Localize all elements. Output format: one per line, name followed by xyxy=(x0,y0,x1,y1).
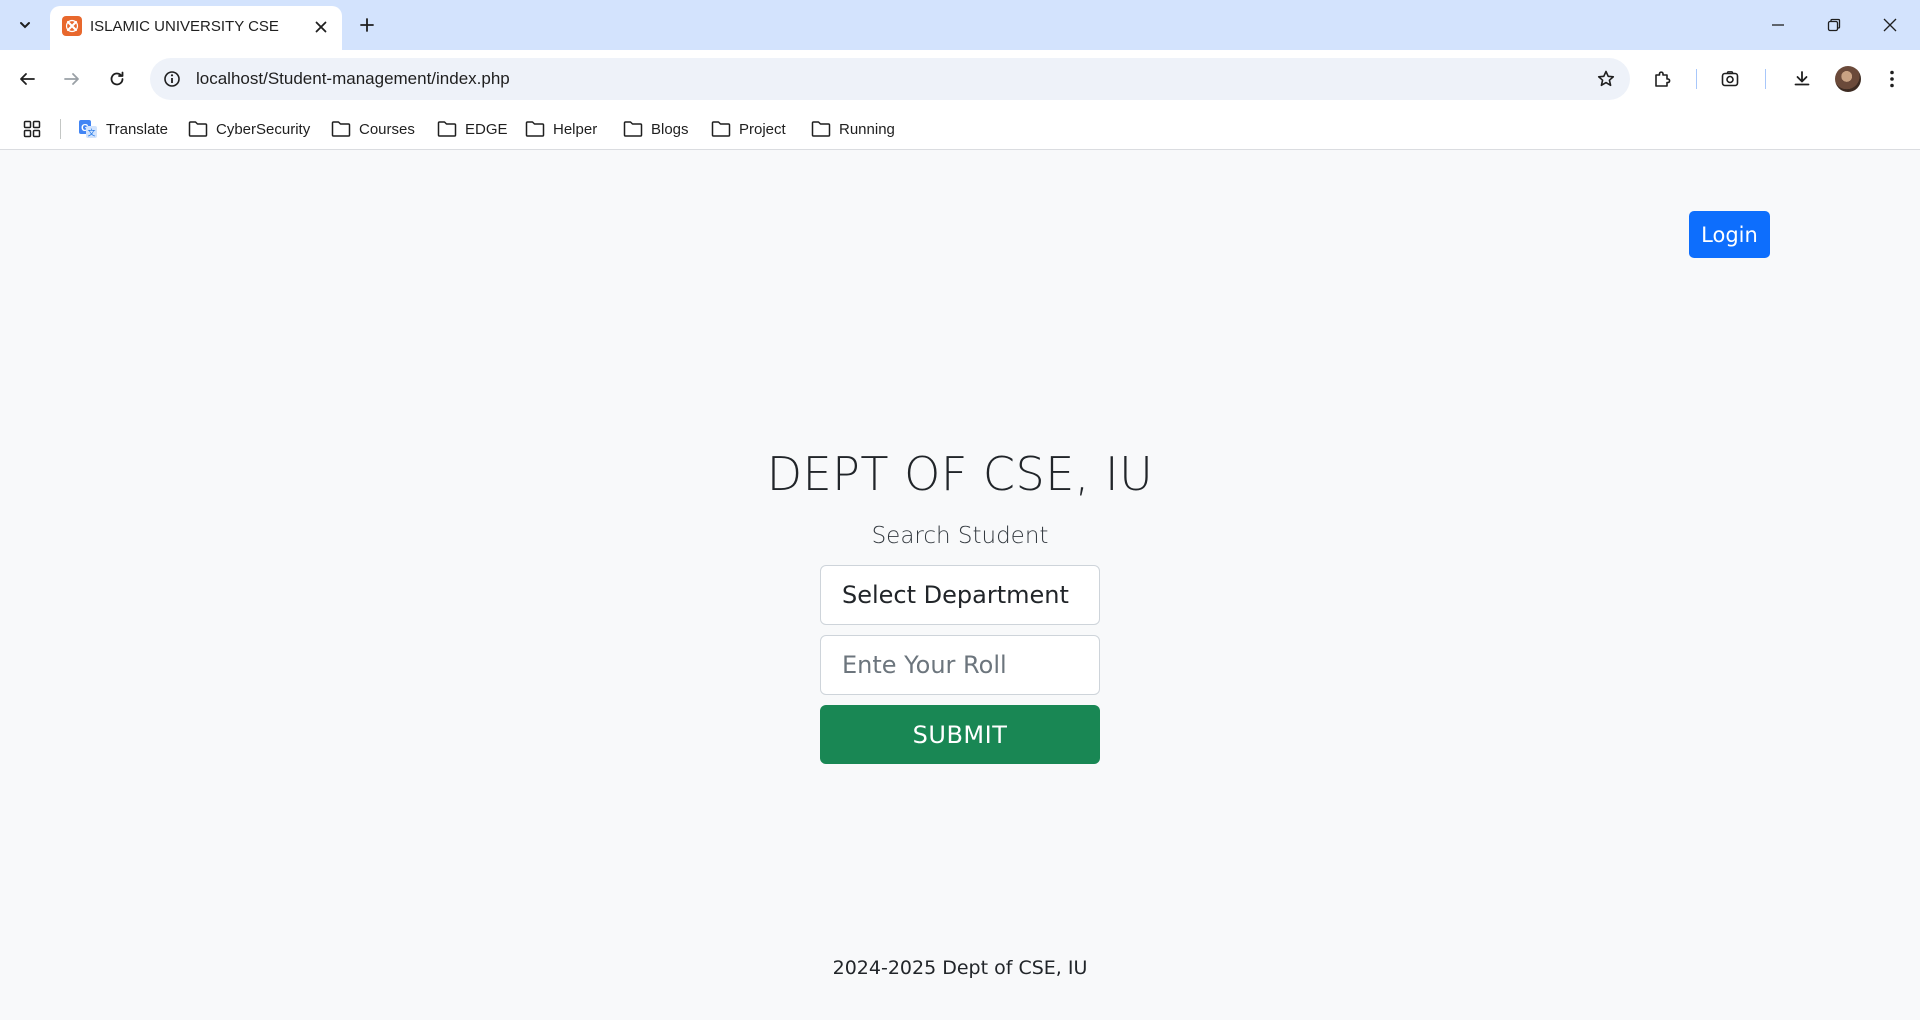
plus-icon xyxy=(360,18,374,32)
login-button[interactable]: Login xyxy=(1689,211,1770,258)
folder-icon xyxy=(437,121,457,137)
kebab-menu-icon xyxy=(1890,70,1894,88)
extensions-button[interactable] xyxy=(1645,62,1679,96)
browser-toolbar: localhost/Student-management/index.php xyxy=(0,50,1920,108)
apps-grid-icon[interactable] xyxy=(20,117,44,141)
minimize-button[interactable] xyxy=(1750,0,1806,50)
close-window-button[interactable] xyxy=(1862,0,1918,50)
bookmark-translate[interactable]: G文 Translate xyxy=(78,115,168,143)
folder-icon xyxy=(331,121,351,137)
bookmarks-bar: G文 Translate CyberSecurity Courses EDGE … xyxy=(0,108,1920,150)
bookmarks-divider xyxy=(60,119,61,139)
bookmark-label: Helper xyxy=(553,120,598,138)
folder-icon xyxy=(811,121,831,137)
url-text[interactable]: localhost/Student-management/index.php xyxy=(196,69,510,89)
bookmark-label: CyberSecurity xyxy=(216,120,311,138)
address-bar[interactable]: localhost/Student-management/index.php xyxy=(150,58,1630,100)
reload-icon xyxy=(110,71,124,86)
page-title: DEPT OF CSE, IU xyxy=(766,447,1154,501)
page-content: Login DEPT OF CSE, IU Search Student Sel… xyxy=(0,151,1920,1020)
profile-avatar[interactable] xyxy=(1835,66,1861,92)
camera-search-icon xyxy=(1721,71,1739,87)
google-lens-button[interactable] xyxy=(1713,62,1747,96)
xampp-favicon-icon xyxy=(62,16,82,36)
tab-strip: ISLAMIC UNIVERSITY CSE xyxy=(0,0,1920,50)
restore-button[interactable] xyxy=(1806,0,1862,50)
bookmark-label: Project xyxy=(739,120,786,138)
bookmark-label: Courses xyxy=(359,120,415,138)
bookmark-folder-running[interactable]: Running xyxy=(811,115,895,143)
close-icon xyxy=(315,21,327,33)
tab-title: ISLAMIC UNIVERSITY CSE xyxy=(90,18,279,35)
tab-close-button[interactable] xyxy=(310,16,332,38)
bookmark-label: Translate xyxy=(106,120,168,138)
toolbar-divider xyxy=(1765,69,1766,89)
chevron-down-icon xyxy=(20,22,30,29)
bookmark-label: Blogs xyxy=(651,120,689,138)
folder-icon xyxy=(188,121,208,137)
bookmark-folder-courses[interactable]: Courses xyxy=(331,115,415,143)
restore-icon xyxy=(1827,18,1841,32)
submit-button[interactable]: SUBMIT xyxy=(820,705,1100,764)
forward-button[interactable] xyxy=(55,62,89,96)
svg-text:文: 文 xyxy=(88,128,96,138)
folder-icon xyxy=(525,121,545,137)
reload-button[interactable] xyxy=(100,62,134,96)
minimize-icon xyxy=(1772,24,1784,26)
new-tab-button[interactable] xyxy=(352,10,382,40)
active-tab[interactable]: ISLAMIC UNIVERSITY CSE xyxy=(50,6,342,50)
folder-icon xyxy=(711,121,731,137)
site-info-icon[interactable] xyxy=(160,67,184,91)
puzzle-icon xyxy=(1655,71,1671,87)
downloads-button[interactable] xyxy=(1785,62,1819,96)
search-student-subtitle: Search Student xyxy=(871,523,1049,549)
department-select-value: Select Department xyxy=(842,581,1069,609)
bookmark-star-icon[interactable] xyxy=(1594,67,1618,91)
department-select[interactable]: Select Department xyxy=(820,565,1100,625)
folder-icon xyxy=(623,121,643,137)
roll-input[interactable] xyxy=(820,635,1100,695)
bookmark-label: Running xyxy=(839,120,895,138)
bookmark-folder-blogs[interactable]: Blogs xyxy=(623,115,689,143)
arrow-right-icon xyxy=(64,73,79,85)
back-button[interactable] xyxy=(10,62,44,96)
browser-menu-button[interactable] xyxy=(1875,62,1909,96)
bookmark-folder-cybersecurity[interactable]: CyberSecurity xyxy=(188,115,310,143)
download-icon xyxy=(1794,71,1810,86)
tab-search-button[interactable] xyxy=(8,9,42,41)
bookmark-folder-helper[interactable]: Helper xyxy=(525,115,597,143)
toolbar-divider xyxy=(1696,69,1697,89)
arrow-left-icon xyxy=(20,73,35,85)
translate-icon: G文 xyxy=(79,120,97,138)
close-icon xyxy=(1883,18,1897,32)
bookmark-folder-project[interactable]: Project xyxy=(711,115,786,143)
bookmark-label: EDGE xyxy=(465,120,508,138)
footer-text: 2024-2025 Dept of CSE, IU xyxy=(832,957,1088,979)
bookmark-folder-edge[interactable]: EDGE xyxy=(437,115,508,143)
